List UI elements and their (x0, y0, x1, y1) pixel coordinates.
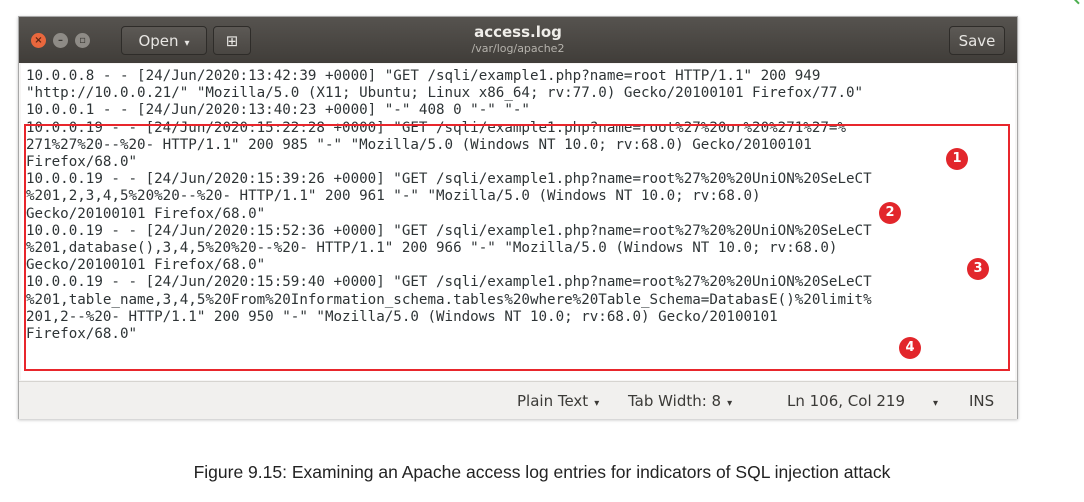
sql-injection-highlight-box (24, 124, 1010, 371)
chevron-down-icon: ▾ (594, 398, 600, 409)
status-bar: Plain Text ▾ Tab Width: 8 ▾ Ln 106, Col 21… (19, 381, 1017, 419)
chevron-down-icon: ▾ (933, 398, 939, 409)
corner-check-mark (1068, 0, 1084, 4)
chevron-down-icon: ▾ (727, 398, 733, 409)
window-subtitle: /var/log/apache2 (471, 42, 565, 55)
annotation-marker-3: 3 (967, 258, 989, 280)
tab-width-selector[interactable]: Tab Width: 8 ▾ (628, 392, 732, 410)
syntax-label: Plain Text (517, 392, 589, 410)
window-title: access.log (474, 23, 562, 41)
tab-width-label: Tab Width: 8 (628, 392, 722, 410)
annotation-marker-4: 4 (899, 337, 921, 359)
insert-mode-indicator[interactable]: INS (969, 392, 994, 410)
title-bar: × – ▫ Open ▾ ⊞ access.log /var/log/apache… (19, 17, 1017, 63)
annotation-marker-2: 2 (879, 202, 901, 224)
annotation-marker-1: 1 (946, 148, 968, 170)
syntax-selector[interactable]: Plain Text ▾ (517, 392, 599, 410)
figure-caption: Figure 9.15: Examining an Apache access … (193, 462, 891, 482)
log-line: 10.0.0.1 - - [24/Jun/2020:13:40:23 +0000… (26, 102, 530, 119)
editor-text-area[interactable]: 10.0.0.8 - - [24/Jun/2020:13:42:39 +0000… (21, 64, 1015, 380)
save-button[interactable]: Save (949, 26, 1005, 55)
log-line: "http://10.0.0.21/" "Mozilla/5.0 (X11; U… (26, 85, 864, 102)
log-line: 10.0.0.8 - - [24/Jun/2020:13:42:39 +0000… (26, 68, 821, 84)
cursor-position-label: Ln 106, Col 219 (787, 392, 906, 410)
cursor-position-selector[interactable]: Ln 106, Col 219 ▾ (787, 392, 938, 410)
text-editor-window: × – ▫ Open ▾ ⊞ access.log /var/log/apache… (18, 16, 1018, 419)
